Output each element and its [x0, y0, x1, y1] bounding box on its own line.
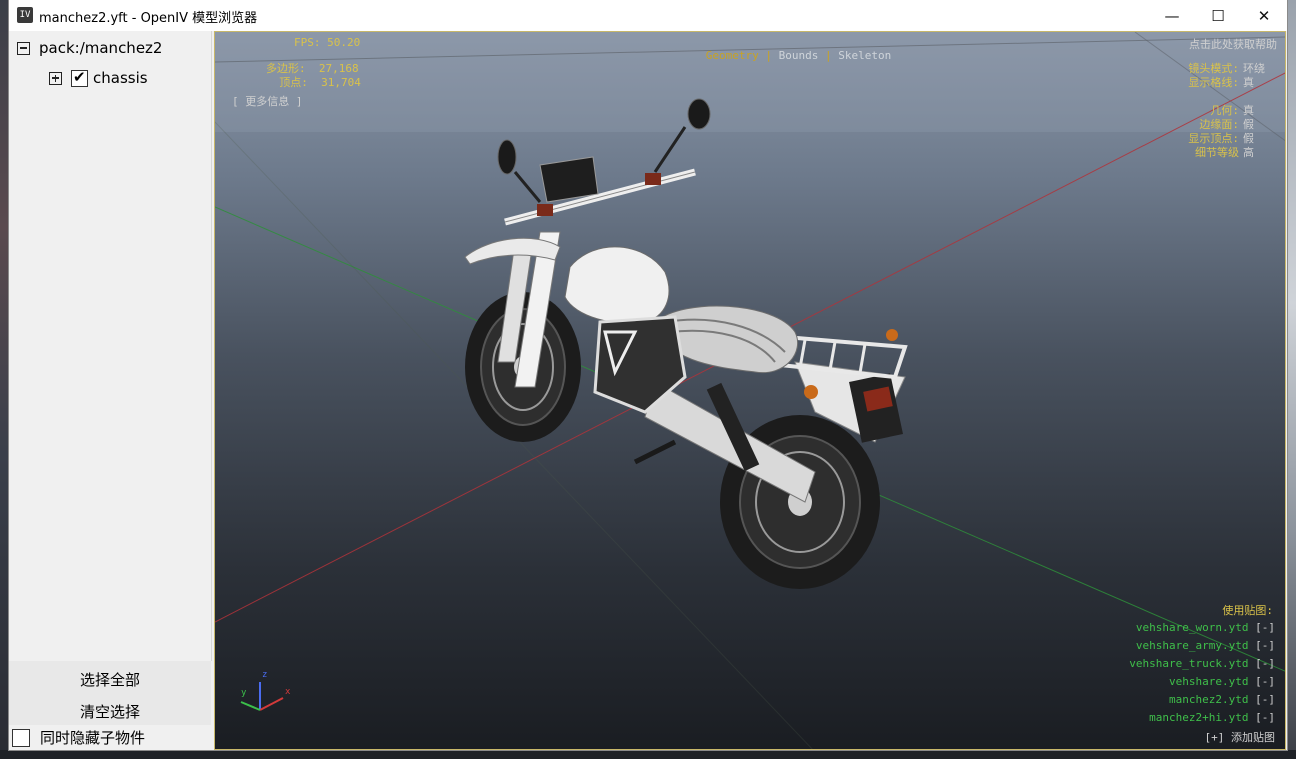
texture-item[interactable]: vehshare_army.ytd [-] — [1136, 639, 1275, 652]
hide-children-checkbox[interactable] — [12, 728, 30, 747]
tab-skeleton[interactable]: Skeleton — [838, 49, 891, 62]
texture-item[interactable]: vehshare.ytd [-] — [1169, 675, 1275, 688]
tree-item-chassis[interactable]: chassis — [49, 68, 148, 87]
texture-name[interactable]: vehshare_worn.ytd — [1136, 621, 1249, 634]
tab-bounds[interactable]: Bounds — [779, 49, 819, 62]
texture-item[interactable]: vehshare_truck.ytd [-] — [1129, 657, 1275, 670]
minimize-button[interactable]: — — [1149, 0, 1195, 31]
desktop-background-right — [1287, 0, 1296, 759]
vertex-count: 顶点: 31,704 — [266, 76, 361, 89]
hide-children-label: 同时隐藏子物件 — [40, 729, 146, 747]
clear-selection-button[interactable]: 清空选择 — [9, 696, 211, 726]
add-texture-button[interactable]: [+] 添加贴图 — [1205, 729, 1276, 745]
remove-texture-button[interactable]: [-] — [1255, 711, 1275, 724]
remove-texture-button[interactable]: [-] — [1255, 621, 1275, 634]
texture-item[interactable]: vehshare_worn.ytd [-] — [1136, 621, 1275, 634]
motorcycle-model — [464, 98, 908, 589]
openiv-app-icon: IV — [17, 7, 33, 23]
tab-separator: | — [818, 49, 839, 62]
axis-x-label: x — [285, 687, 291, 697]
lod-label: 细节等级 — [1195, 146, 1239, 159]
maximize-icon: ☐ — [1211, 6, 1225, 25]
remove-texture-button[interactable]: [-] — [1255, 657, 1275, 670]
lod-value[interactable]: 高 — [1243, 144, 1254, 160]
remove-texture-button[interactable]: [-] — [1255, 675, 1275, 688]
title-bar[interactable]: IV manchez2.yft - OpenIV 模型浏览器 — ☐ ✕ — [9, 0, 1287, 31]
tab-separator: | — [758, 49, 779, 62]
textures-title: 使用贴图: — [1222, 604, 1273, 617]
axis-gizmo — [240, 682, 284, 711]
window-title: manchez2.yft - OpenIV 模型浏览器 — [39, 11, 258, 26]
desktop-background-left — [0, 0, 9, 759]
show-grid-label: 显示格线: — [1188, 76, 1239, 89]
tree-root-label: pack:/manchez2 — [39, 39, 163, 57]
fps-readout: FPS: 50.20 — [294, 36, 361, 49]
chassis-visibility-checkbox[interactable] — [71, 68, 88, 87]
hide-children-option[interactable]: 同时隐藏子物件 — [9, 725, 211, 750]
axis-y-label: y — [241, 688, 247, 698]
remove-texture-button[interactable]: [-] — [1255, 639, 1275, 652]
tree-root-item[interactable]: pack:/manchez2 — [17, 39, 162, 57]
texture-name[interactable]: manchez2.ytd — [1169, 693, 1248, 706]
tab-geometry[interactable]: Geometry — [706, 49, 759, 62]
texture-item[interactable]: manchez2+hi.ytd [-] — [1149, 711, 1275, 724]
axis-z-label: z — [262, 670, 268, 680]
texture-name[interactable]: manchez2+hi.ytd — [1149, 711, 1248, 724]
scene-render — [215, 32, 1285, 749]
collapse-icon[interactable] — [17, 41, 30, 55]
model-viewer-window: IV manchez2.yft - OpenIV 模型浏览器 — ☐ ✕ pac… — [9, 0, 1287, 750]
help-link[interactable]: 点击此处获取帮助 — [1189, 36, 1277, 52]
remove-texture-button[interactable]: [-] — [1255, 693, 1275, 706]
minimize-icon: — — [1164, 6, 1180, 25]
tree-item-chassis-label: chassis — [93, 69, 148, 87]
select-all-button[interactable]: 选择全部 — [9, 664, 211, 694]
close-icon: ✕ — [1257, 6, 1271, 25]
expand-icon[interactable] — [49, 71, 62, 85]
texture-name[interactable]: vehshare.ytd — [1169, 675, 1248, 688]
3d-viewport[interactable]: z x y FPS: 50.20 多边形: 27,168 顶点: 31,704 … — [214, 31, 1286, 750]
close-button[interactable]: ✕ — [1241, 0, 1287, 31]
model-tree-panel: pack:/manchez2 chassis — [9, 31, 212, 661]
more-info-link[interactable]: [ 更多信息 ] — [232, 93, 303, 109]
show-grid-value[interactable]: 真 — [1243, 74, 1254, 90]
view-tabs: Geometry | Bounds | Skeleton — [666, 36, 891, 75]
texture-name[interactable]: vehshare_truck.ytd — [1129, 657, 1248, 670]
maximize-button[interactable]: ☐ — [1195, 0, 1241, 31]
texture-item[interactable]: manchez2.ytd [-] — [1169, 693, 1275, 706]
taskbar-edge — [0, 750, 1296, 759]
texture-name[interactable]: vehshare_army.ytd — [1136, 639, 1249, 652]
